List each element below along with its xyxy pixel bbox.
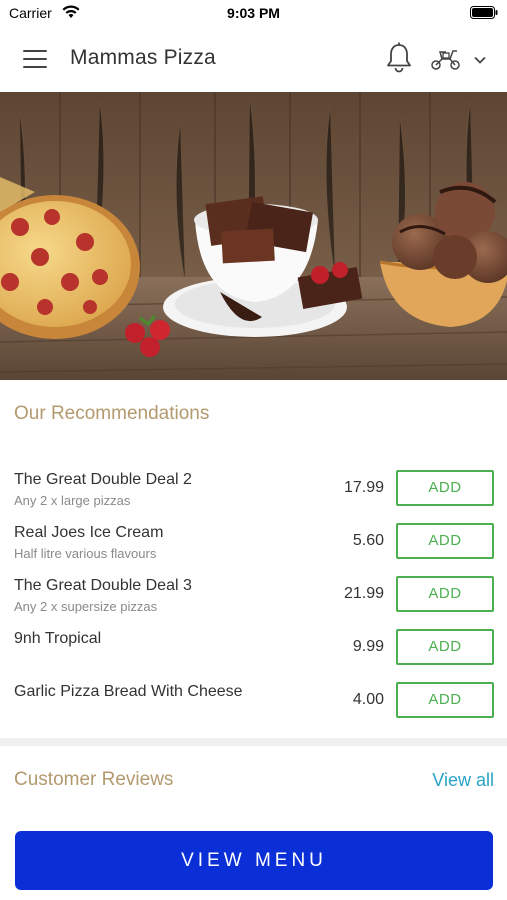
add-button[interactable]: ADD xyxy=(396,576,494,612)
list-item: Real Joes Ice Cream Half litre various f… xyxy=(0,517,507,570)
add-button[interactable]: ADD xyxy=(396,523,494,559)
scooter-icon[interactable] xyxy=(430,47,462,71)
item-price: 9.99 xyxy=(352,638,384,655)
item-price: 17.99 xyxy=(343,479,384,496)
item-price: 21.99 xyxy=(343,585,384,602)
chevron-down-icon[interactable] xyxy=(472,54,488,66)
view-menu-button[interactable]: VIEW MENU xyxy=(15,831,493,890)
add-button[interactable]: ADD xyxy=(396,470,494,506)
item-name: The Great Double Deal 3 xyxy=(14,577,192,594)
list-item: 9nh Tropical 9.99 ADD xyxy=(0,623,507,676)
item-description: Any 2 x supersize pizzas xyxy=(14,599,158,614)
item-name: Garlic Pizza Bread With Cheese xyxy=(14,683,243,700)
list-item: Garlic Pizza Bread With Cheese 4.00 ADD xyxy=(0,676,507,729)
item-description: Half litre various flavours xyxy=(14,546,157,561)
item-name: The Great Double Deal 2 xyxy=(14,471,192,488)
list-item: The Great Double Deal 2 Any 2 x large pi… xyxy=(0,464,507,517)
battery-icon xyxy=(470,6,498,19)
view-all-link[interactable]: View all xyxy=(432,770,494,791)
clock: 9:03 PM xyxy=(227,5,280,21)
add-button[interactable]: ADD xyxy=(396,682,494,718)
page-title: Mammas Pizza xyxy=(70,46,216,69)
item-description: Any 2 x large pizzas xyxy=(14,493,131,508)
bell-icon[interactable] xyxy=(385,42,413,74)
recommendations-title: Our Recommendations xyxy=(14,403,210,424)
item-name: Real Joes Ice Cream xyxy=(14,524,164,541)
status-bar: Carrier 9:03 PM xyxy=(0,0,507,28)
item-name: 9nh Tropical xyxy=(14,630,102,647)
item-price: 5.60 xyxy=(352,532,384,549)
add-button[interactable]: ADD xyxy=(396,629,494,665)
food-banner-image xyxy=(0,92,507,380)
hero-banner xyxy=(0,92,507,380)
item-price: 4.00 xyxy=(352,691,384,708)
section-divider xyxy=(0,738,507,746)
reviews-title: Customer Reviews xyxy=(14,769,174,790)
app-header: Mammas Pizza xyxy=(0,28,507,92)
list-item: The Great Double Deal 3 Any 2 x supersiz… xyxy=(0,570,507,623)
menu-icon[interactable] xyxy=(23,50,47,68)
